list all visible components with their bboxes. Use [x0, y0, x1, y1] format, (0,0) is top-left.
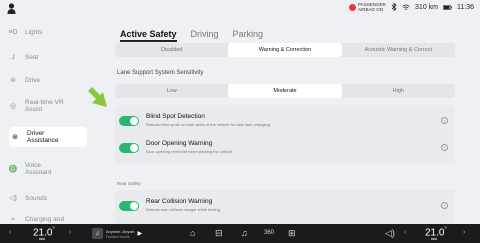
lights-icon: ≡D: [8, 28, 18, 36]
airbag-icon: [349, 3, 357, 11]
row-title: Blind Spot Detection: [146, 113, 205, 120]
volume-icon[interactable]: ◁): [385, 228, 395, 239]
sensitivity-selector: Low Moderate High: [115, 84, 455, 98]
bottom-bar: ‹ 21.0° › ♫ Anytime, Anywh Hosted mode ▶…: [0, 224, 480, 243]
rear-safety-card: Rear Collision Warning Detects rear coll…: [115, 190, 455, 224]
sidebar-item-label: Real-time VR Assist: [25, 99, 64, 113]
setting-row-door-opening: Door Opening Warning Door-opening remind…: [115, 134, 455, 161]
chevron-left-icon[interactable]: ‹: [9, 229, 11, 236]
wifi-icon: [402, 4, 410, 10]
info-icon[interactable]: ›: [441, 144, 448, 151]
option-disabled[interactable]: Disabled: [115, 43, 228, 57]
setting-row-rear-collision: Rear Collision Warning Detects rear coll…: [115, 192, 455, 219]
play-icon[interactable]: ▶: [137, 230, 142, 237]
tab-parking[interactable]: Parking: [233, 29, 264, 42]
sidebar-item-label: Driver Assistance: [27, 130, 59, 144]
sidebar-item-drive[interactable]: ⊜ Drive: [7, 74, 95, 86]
chevron-right-icon[interactable]: ›: [69, 229, 71, 236]
row-title: Rear Collision Warning: [146, 198, 213, 205]
sidebar-item-lights[interactable]: ≡D Lights: [7, 26, 95, 38]
chevron-right-icon[interactable]: ›: [463, 229, 465, 236]
range-text: 310 km: [415, 3, 438, 11]
sounds-icon: ◁): [9, 195, 17, 202]
status-bar: PASSENGER AIRBAG ON 310 km 11:36: [0, 0, 480, 18]
sidebar-item-voice-assistant[interactable]: ♎ Voice Assistant: [7, 161, 95, 177]
option-moderate[interactable]: Moderate: [228, 84, 342, 98]
drive-icon: ⊜: [10, 77, 16, 84]
sidebar-item-driver-assistance[interactable]: ⊛ Driver Assistance: [9, 127, 87, 147]
tab-bar: Active Safety Driving Parking: [120, 29, 263, 42]
home-icon[interactable]: ⌂: [190, 228, 195, 238]
safety-card: Blind Spot Detection Detects blind spots…: [115, 105, 455, 163]
row-description: Detects rear collision danger while driv…: [146, 207, 220, 212]
chevron-left-icon[interactable]: ‹: [404, 229, 406, 236]
option-high[interactable]: High: [342, 84, 455, 98]
charging-icon: ⌁: [10, 216, 16, 223]
sensitivity-title: Lane Support System Sensitivity: [117, 70, 204, 76]
360-icon[interactable]: 360: [264, 230, 274, 236]
right-temp-indicator: [431, 238, 437, 240]
voice-icon: ♎: [8, 166, 18, 173]
media-subtitle: Hosted mode: [106, 233, 130, 239]
sidebar-item-label: Sounds: [25, 194, 48, 202]
warning-mode-selector: Disabled Warning & Correction Acoustic W…: [115, 43, 455, 57]
sidebar-item-label: Seat: [25, 53, 39, 61]
row-description: Door-opening reminder when parking the v…: [146, 149, 233, 154]
sidebar-item-vr-assist[interactable]: ◎ Real-time VR Assist: [7, 98, 95, 114]
airbag-label: PASSENGER AIRBAG ON: [358, 2, 386, 12]
car-icon[interactable]: ⊟: [215, 228, 223, 239]
sidebar: ≡D Lights ⅃ Seat ⊜ Drive ◎ Real-time VR …: [0, 18, 98, 224]
battery-icon: [443, 4, 452, 10]
sidebar-item-label: Charging and: [25, 215, 65, 223]
main-panel: Active Safety Driving Parking Disabled W…: [104, 18, 470, 224]
rear-safety-title: Rear Safety: [117, 181, 141, 186]
right-temperature[interactable]: 21.0°: [425, 227, 447, 238]
sidebar-item-charging[interactable]: ⌁ Charging and: [7, 214, 95, 224]
bluetooth-icon: [391, 3, 397, 11]
seat-icon: ⅃: [11, 54, 15, 61]
option-acoustic-warning[interactable]: Acoustic Warning & Correct: [342, 43, 455, 57]
blind-spot-toggle[interactable]: [119, 116, 139, 126]
sidebar-item-sounds[interactable]: ◁) Sounds: [7, 192, 95, 204]
left-temp-value: 21.0: [33, 227, 53, 239]
media-title: Anytime, Anywh: [106, 228, 135, 234]
tab-active-safety[interactable]: Active Safety: [120, 29, 177, 42]
degree-symbol: °: [52, 227, 55, 233]
pointer-arrow-icon: [88, 87, 107, 107]
tab-driving[interactable]: Driving: [191, 29, 219, 42]
music-note-icon: ♫: [92, 228, 103, 239]
degree-symbol: °: [444, 227, 447, 233]
sidebar-item-label: Drive: [25, 76, 41, 84]
clock: 11:36: [457, 3, 474, 11]
music-icon[interactable]: ♫: [241, 228, 248, 238]
row-description: Detects blind spots on both sides of the…: [146, 122, 270, 127]
airbag-indicator: PASSENGER AIRBAG ON: [349, 2, 386, 12]
sidebar-item-label: Lights: [25, 28, 43, 36]
sidebar-item-seat[interactable]: ⅃ Seat: [7, 51, 95, 63]
sidebar-item-label: Voice Assistant: [25, 162, 52, 176]
vr-icon: ◎: [9, 103, 17, 110]
rear-collision-toggle[interactable]: [119, 201, 139, 211]
apps-icon[interactable]: ⊞: [288, 228, 296, 239]
steering-icon: ⊛: [12, 134, 18, 141]
info-icon[interactable]: ›: [441, 117, 448, 124]
setting-row-blind-spot: Blind Spot Detection Detects blind spots…: [115, 107, 455, 134]
right-temp-value: 21.0: [425, 227, 445, 239]
option-warning-correction[interactable]: Warning & Correction: [228, 43, 342, 57]
door-opening-toggle[interactable]: [119, 143, 139, 153]
user-icon[interactable]: [7, 3, 16, 14]
option-low[interactable]: Low: [115, 84, 228, 98]
row-title: Door Opening Warning: [146, 140, 213, 147]
info-icon[interactable]: ›: [441, 202, 448, 209]
media-widget[interactable]: ♫ Anytime, Anywh Hosted mode ▶: [92, 227, 158, 240]
media-info: Anytime, Anywh Hosted mode: [106, 229, 134, 239]
left-temp-indicator: [39, 238, 45, 240]
left-temperature[interactable]: 21.0°: [33, 227, 55, 238]
